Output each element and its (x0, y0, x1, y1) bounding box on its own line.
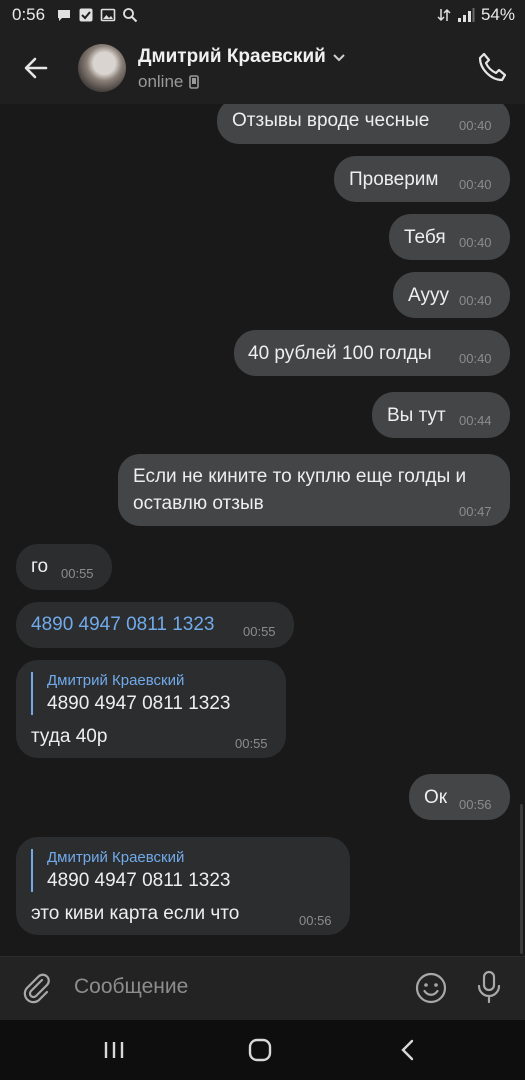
message-time: 00:47 (459, 504, 492, 519)
message-bubble[interactable]: Отзывы вроде чесные 00:40 (217, 104, 510, 144)
mobile-device-icon (189, 75, 200, 89)
message-time: 00:55 (243, 624, 276, 639)
scrollbar[interactable] (520, 804, 523, 954)
message-text: Ок (424, 787, 448, 808)
message-bubble[interactable]: 4890 4947 0811 1323 00:55 (16, 602, 294, 648)
message-text: Отзывы вроде чесные (232, 110, 430, 131)
message-time: 00:56 (299, 913, 332, 928)
phone-call-icon[interactable] (475, 50, 509, 84)
message-bubble[interactable]: Ок 00:56 (409, 774, 510, 820)
quote-author: Дмитрий Краевский (47, 672, 185, 689)
online-status: online (138, 72, 184, 91)
message-bubble[interactable]: 40 рублей 100 голды 00:40 (234, 330, 510, 376)
card-number-link[interactable]: 4890 4947 0811 1323 (31, 614, 215, 636)
checkbox-notification-icon (79, 8, 93, 22)
message-list[interactable]: Отзывы вроде чесные 00:40 Проверим 00:40… (0, 104, 525, 956)
contact-name-row[interactable]: Дмитрий Краевский (138, 46, 346, 68)
back-arrow-icon[interactable] (18, 50, 54, 86)
status-bar: 0:56 54% (0, 0, 525, 32)
message-time: 00:40 (459, 177, 492, 192)
message-time: 00:40 (459, 351, 492, 366)
message-text-line1: Если не кините то куплю еще голды и (133, 466, 467, 487)
quote-text: 4890 4947 0811 1323 (47, 693, 231, 714)
quote-text: 4890 4947 0811 1323 (47, 870, 231, 891)
message-time: 00:56 (459, 797, 492, 812)
message-bubble[interactable]: Если не кините то куплю еще голды и оста… (118, 454, 510, 526)
message-bubble[interactable]: Дмитрий Краевский 4890 4947 0811 1323 эт… (16, 837, 350, 935)
back-nav-icon[interactable] (394, 1036, 422, 1064)
image-notification-icon (100, 8, 116, 22)
message-bubble[interactable]: Тебя 00:40 (389, 214, 510, 260)
search-notification-icon (123, 8, 138, 23)
paperclip-icon[interactable] (20, 971, 54, 1005)
message-text: го (31, 556, 49, 577)
emoji-icon[interactable] (414, 971, 448, 1005)
chat-header: Дмитрий Краевский online (0, 32, 525, 104)
message-time: 00:44 (459, 413, 492, 428)
status-time: 0:56 (12, 5, 46, 24)
reply-quote[interactable]: Дмитрий Краевский 4890 4947 0811 1323 (31, 672, 231, 715)
message-text: туда 40р (31, 726, 108, 747)
message-bubble[interactable]: Аууу 00:40 (393, 272, 510, 318)
message-bubble[interactable]: Дмитрий Краевский 4890 4947 0811 1323 ту… (16, 660, 286, 758)
message-text-line2: оставлю отзыв (133, 493, 264, 514)
message-text: 40 рублей 100 голды (248, 343, 432, 364)
reply-quote[interactable]: Дмитрий Краевский 4890 4947 0811 1323 (31, 849, 231, 892)
microphone-icon[interactable] (472, 969, 506, 1005)
message-time: 00:40 (459, 235, 492, 250)
avatar[interactable] (78, 44, 126, 92)
contact-status-row: online (138, 72, 200, 92)
chat-notification-icon (58, 10, 70, 21)
message-text: Аууу (408, 285, 449, 306)
notification-icons (56, 7, 138, 23)
battery-percent: 54% (480, 5, 515, 24)
quote-author: Дмитрий Краевский (47, 849, 185, 866)
message-time: 00:40 (459, 293, 492, 308)
home-icon[interactable] (246, 1036, 274, 1064)
message-bubble[interactable]: го 00:55 (16, 544, 112, 590)
recent-apps-icon[interactable] (100, 1036, 128, 1064)
message-bubble[interactable]: Вы тут 00:44 (372, 392, 510, 438)
data-transfer-icon (437, 8, 451, 22)
screen: 0:56 54% Дмитрий Краевский online Отзывы… (0, 0, 525, 1080)
contact-name: Дмитрий Краевский (138, 46, 326, 67)
message-text: Проверим (349, 169, 439, 190)
message-text: это киви карта если что (31, 903, 240, 924)
system-navigation-bar (0, 1020, 525, 1080)
message-time: 00:40 (459, 118, 492, 133)
message-time: 00:55 (235, 736, 268, 751)
status-right: 54% (437, 5, 515, 25)
message-text: Вы тут (387, 405, 446, 426)
signal-icon (457, 8, 475, 22)
message-bubble[interactable]: Проверим 00:40 (334, 156, 510, 202)
message-time: 00:55 (61, 566, 94, 581)
chevron-down-icon (333, 54, 345, 62)
message-composer: Сообщение (0, 956, 525, 1021)
message-input[interactable]: Сообщение (74, 975, 188, 999)
message-text: Тебя (404, 227, 446, 248)
